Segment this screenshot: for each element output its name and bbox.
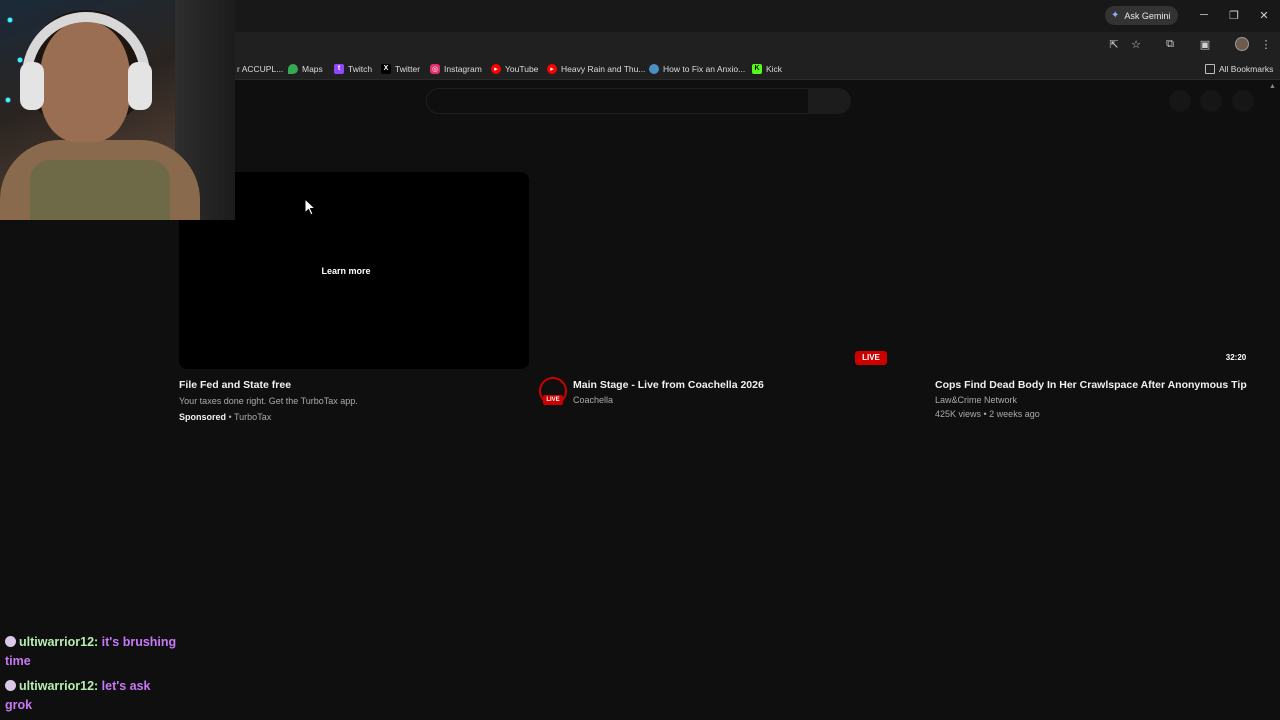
headset-earcup xyxy=(128,62,152,110)
bookmark-twitter[interactable]: X Twitter xyxy=(381,62,420,75)
chat-badge-icon xyxy=(5,636,16,647)
avatar-live-tag: LIVE xyxy=(543,395,563,405)
bookmark-youtube[interactable]: ▸ YouTube xyxy=(491,62,538,75)
bookmark-heavy-rain[interactable]: ▸ Heavy Rain and Thu... xyxy=(547,62,645,75)
bookmark-twitch[interactable]: t Twitch xyxy=(334,62,372,75)
chat-username: ultiwarrior12: xyxy=(19,679,99,693)
chat-message: ultiwarrior12: it's brushing time xyxy=(5,633,180,671)
learn-more-button[interactable]: Learn more xyxy=(310,263,382,279)
chat-badge-icon xyxy=(5,680,16,691)
twitch-icon: t xyxy=(334,63,344,74)
extensions-icon[interactable]: ⧉ xyxy=(1162,36,1178,52)
streamer-top xyxy=(30,160,170,220)
ad-description: Your taxes done right. Get the TurboTax … xyxy=(179,396,358,406)
youtube-icon: ▸ xyxy=(547,63,557,74)
bookmark-star-icon[interactable]: ☆ xyxy=(1128,36,1144,52)
create-icon[interactable] xyxy=(1169,90,1191,112)
bookmark-item[interactable]: r ACCUPL... xyxy=(237,62,283,75)
maps-icon xyxy=(288,63,298,74)
youtube-icon: ▸ xyxy=(491,63,501,74)
instagram-icon: ◎ xyxy=(430,63,440,74)
chat-message: ultiwarrior12: let's ask grok xyxy=(5,677,180,715)
ask-gemini-button[interactable]: ✦ Ask Gemini xyxy=(1105,6,1179,25)
duration-badge: 32:20 xyxy=(1225,353,1247,362)
scroll-up-icon[interactable]: ▲ xyxy=(1269,83,1279,93)
folder-icon xyxy=(1205,63,1215,74)
notifications-icon[interactable] xyxy=(1200,90,1222,112)
gemini-sparkle-icon: ✦ xyxy=(1111,10,1120,21)
more-menu-icon[interactable]: ⋮ xyxy=(1258,36,1274,52)
restore-icon[interactable]: ❐ xyxy=(1225,7,1243,23)
ask-gemini-label: Ask Gemini xyxy=(1124,10,1171,21)
side-panel-icon[interactable]: ▣ xyxy=(1197,36,1213,52)
advertiser-name[interactable]: TurboTax xyxy=(234,412,271,422)
ad-title[interactable]: File Fed and State free xyxy=(179,379,291,391)
channel-name[interactable]: Law&Crime Network xyxy=(935,395,1017,405)
chat-username: ultiwarrior12: xyxy=(19,635,99,649)
search-input[interactable] xyxy=(426,88,809,114)
ad-sponsor-line: Sponsored • TurboTax xyxy=(179,412,272,422)
webcam-overlay xyxy=(0,0,235,220)
video-title[interactable]: Main Stage - Live from Coachella 2026 xyxy=(573,379,764,391)
sponsored-label: Sponsored xyxy=(179,412,227,422)
all-bookmarks-button[interactable]: All Bookmarks xyxy=(1205,62,1273,75)
bookmark-instagram[interactable]: ◎ Instagram xyxy=(430,62,482,75)
kick-icon: K xyxy=(752,63,762,74)
account-avatar[interactable] xyxy=(1232,90,1254,112)
close-icon[interactable]: ✕ xyxy=(1255,7,1273,23)
x-icon: X xyxy=(381,63,391,74)
bookmark-kick[interactable]: K Kick xyxy=(752,62,782,75)
live-badge: LIVE xyxy=(855,351,887,365)
bookmark-anxiety[interactable]: How to Fix an Anxio... xyxy=(649,62,745,75)
video-title[interactable]: Cops Find Dead Body In Her Crawlspace Af… xyxy=(935,379,1247,391)
mouse-cursor-icon xyxy=(304,198,316,216)
minimize-icon[interactable]: ─ xyxy=(1195,7,1213,23)
bookmark-maps[interactable]: Maps xyxy=(288,62,323,75)
video-meta: 425K views • 2 weeks ago xyxy=(935,409,1040,419)
headset-earcup xyxy=(20,62,44,110)
site-icon xyxy=(649,63,659,74)
install-app-icon[interactable]: ⇱ xyxy=(1106,36,1122,52)
profile-avatar[interactable] xyxy=(1235,37,1249,51)
channel-name[interactable]: Coachella xyxy=(573,395,613,405)
search-button[interactable] xyxy=(808,88,851,114)
